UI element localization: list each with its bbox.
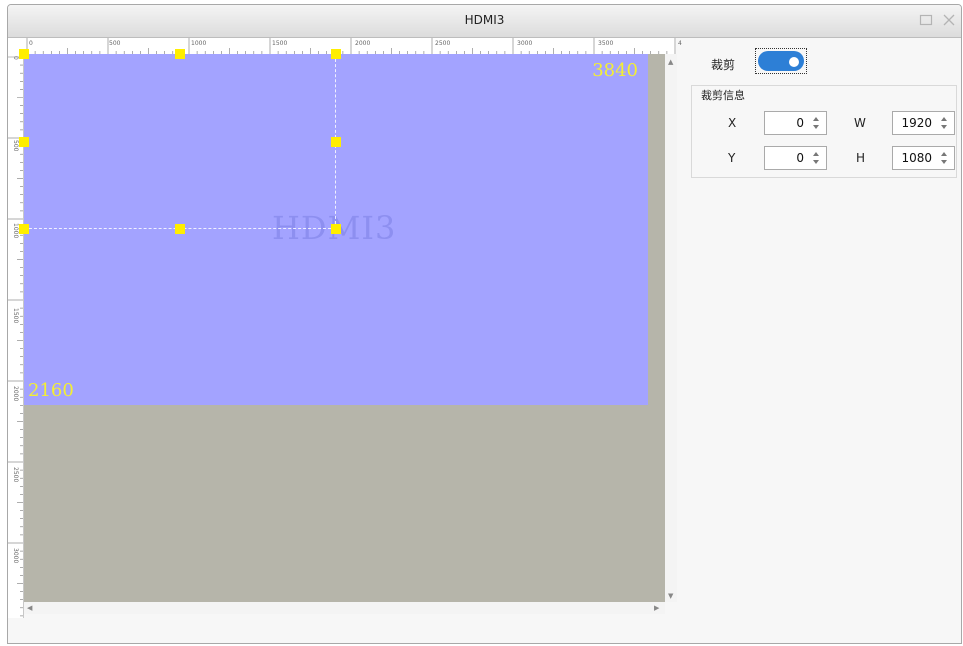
window-title: HDMI3 bbox=[464, 13, 505, 27]
scroll-up-icon[interactable]: ▲ bbox=[668, 58, 673, 66]
scroll-right-icon[interactable]: ▶ bbox=[654, 604, 659, 612]
crop-handle-bottom-right[interactable] bbox=[331, 224, 341, 234]
close-icon[interactable] bbox=[941, 12, 957, 28]
spin-arrows-icon[interactable] bbox=[813, 150, 822, 166]
crop-handle-top-left[interactable] bbox=[19, 49, 29, 59]
source-height-label: 2160 bbox=[28, 380, 74, 401]
scroll-left-icon[interactable]: ◀ bbox=[27, 604, 32, 612]
w-value: 1920 bbox=[901, 116, 932, 130]
crop-handle-bottom-left[interactable] bbox=[19, 224, 29, 234]
crop-frame[interactable] bbox=[24, 54, 336, 229]
crop-handle-left[interactable] bbox=[19, 137, 29, 147]
spin-arrows-icon[interactable] bbox=[813, 115, 822, 131]
crop-info-title: 裁剪信息 bbox=[700, 87, 746, 103]
horizontal-scrollbar[interactable]: ◀ ▶ bbox=[24, 602, 665, 614]
horizontal-ruler: 0 500 1000 1500 2000 2500 3000 3500 4 bbox=[8, 38, 682, 55]
x-spinbox[interactable]: 0 bbox=[764, 111, 827, 135]
y-label: Y bbox=[728, 151, 736, 165]
x-label: X bbox=[728, 116, 737, 130]
spin-arrows-icon[interactable] bbox=[941, 115, 950, 131]
w-label: W bbox=[854, 116, 866, 130]
crop-toggle[interactable] bbox=[755, 48, 807, 74]
vertical-scrollbar[interactable]: ▲ ▼ bbox=[665, 54, 677, 602]
h-spinbox[interactable]: 1080 bbox=[892, 146, 955, 170]
scroll-down-icon[interactable]: ▼ bbox=[668, 592, 673, 600]
x-value: 0 bbox=[796, 116, 804, 130]
source-width-label: 3840 bbox=[592, 60, 638, 81]
crop-handle-bottom[interactable] bbox=[175, 224, 185, 234]
source-rect-hdmi3[interactable]: HDMI3 3840 2160 bbox=[19, 49, 648, 405]
ruler-ticks bbox=[26, 38, 676, 54]
crop-handle-right[interactable] bbox=[331, 137, 341, 147]
y-value: 0 bbox=[796, 151, 804, 165]
ruler-label-4000: 4 bbox=[678, 40, 682, 47]
h-label: H bbox=[856, 151, 866, 165]
crop-label: 裁剪 bbox=[711, 58, 736, 72]
crop-settings-panel: 裁剪 裁剪信息 X 0 W 1920 Y 0 H 1080 bbox=[684, 38, 961, 638]
hdmi3-window: HDMI3 0 500 1000 1500 2000 2500 3000 350… bbox=[7, 4, 962, 644]
maximize-icon[interactable] bbox=[918, 12, 934, 28]
spin-arrows-icon[interactable] bbox=[941, 150, 950, 166]
crop-handle-top-right[interactable] bbox=[331, 49, 341, 59]
crop-handle-top[interactable] bbox=[175, 49, 185, 59]
toggle-knob bbox=[789, 57, 799, 67]
preview-canvas[interactable]: HDMI3 3840 2160 bbox=[19, 49, 665, 602]
y-spinbox[interactable]: 0 bbox=[764, 146, 827, 170]
h-value: 1080 bbox=[901, 151, 932, 165]
w-spinbox[interactable]: 1920 bbox=[892, 111, 955, 135]
toggle-track bbox=[758, 51, 804, 71]
title-bar[interactable]: HDMI3 bbox=[8, 5, 961, 38]
